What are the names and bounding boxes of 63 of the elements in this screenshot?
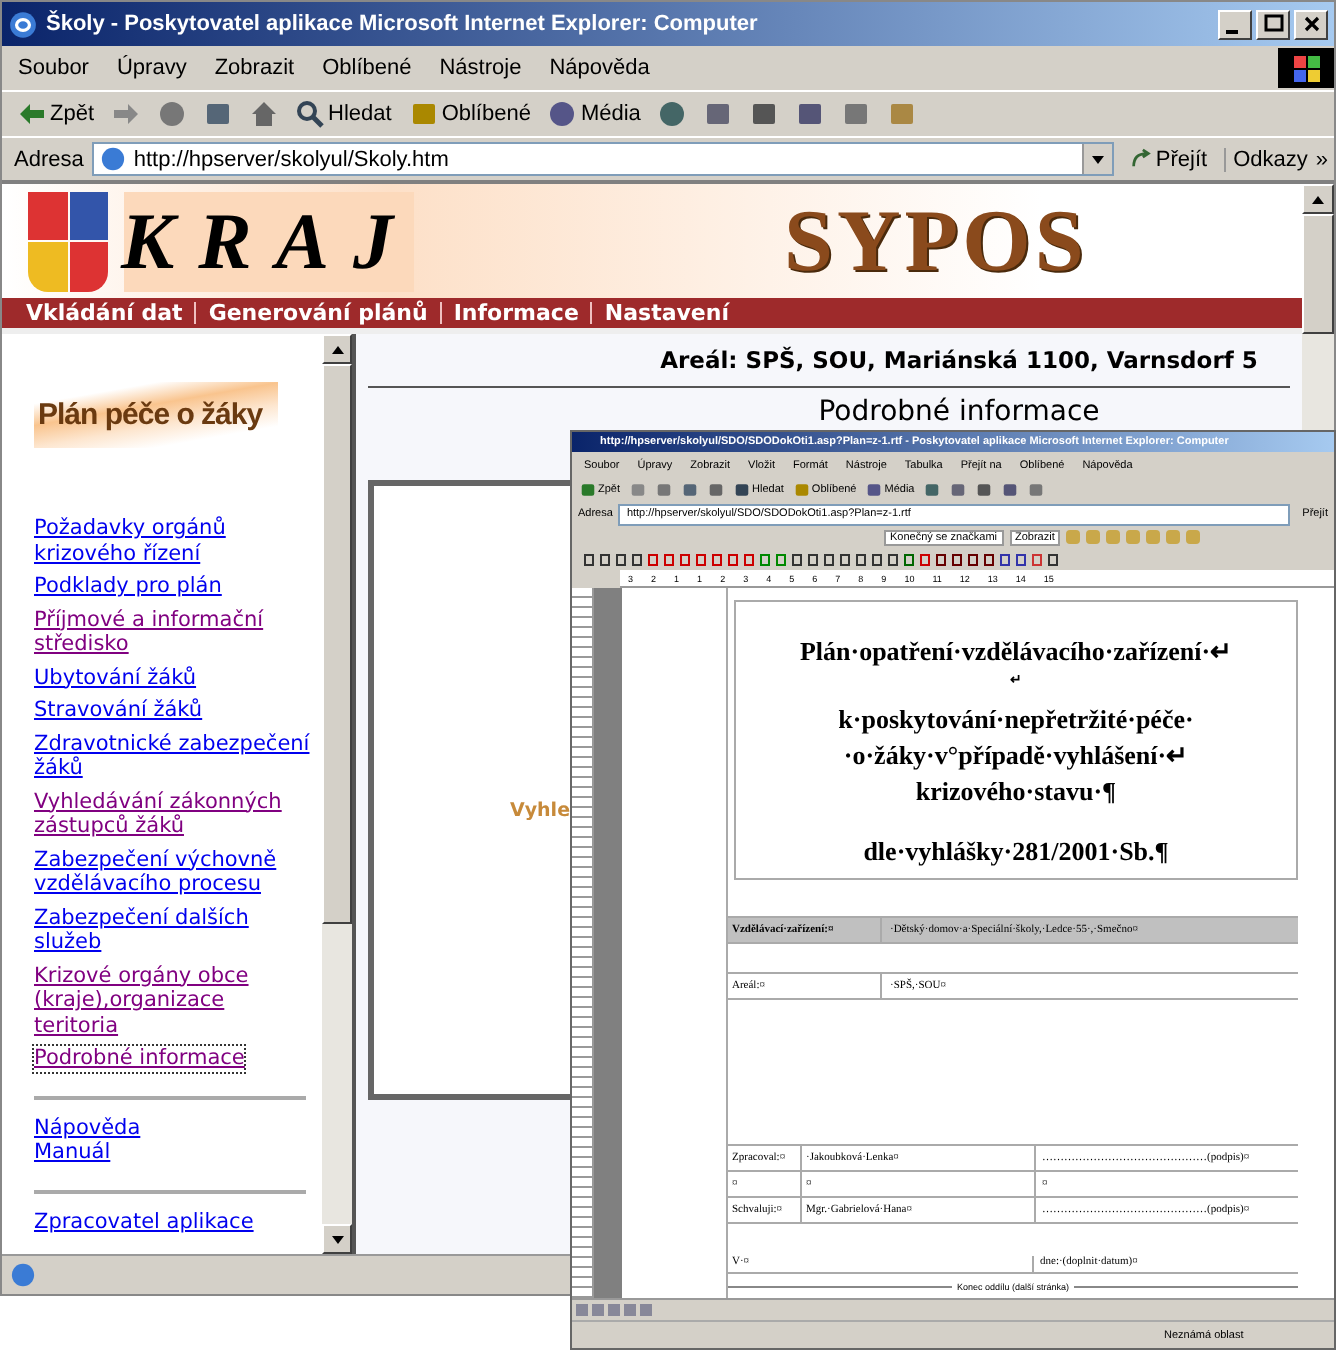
address-field[interactable]: http://hpserver/skolyul/Skoly.htm xyxy=(91,142,1114,176)
toolbar-button[interactable]: Oblíbené xyxy=(405,98,535,130)
partial-text: Vyhle xyxy=(510,799,571,821)
menu-item[interactable]: Nástroje xyxy=(439,56,522,80)
area-heading: Areál: SPŠ, SOU, Mariánská 1100, Varnsdorf 5 xyxy=(658,346,1260,374)
brand-logo: SYPOS xyxy=(784,190,1088,292)
sidebar-link[interactable]: Požadavky orgánů krizového řízení xyxy=(34,516,314,566)
nav-link[interactable]: Nastavení xyxy=(604,300,729,326)
browser-logo-icon xyxy=(8,9,38,39)
section-banner: Plán péče o žáky xyxy=(34,382,278,448)
windows-logo-icon xyxy=(1278,48,1334,88)
toolbar-button[interactable]: Média xyxy=(544,98,645,130)
sidebar-link[interactable]: Zabezpečení dalších služeb xyxy=(34,905,314,955)
page-icon xyxy=(10,1262,36,1288)
sidebar-link[interactable]: Manuál xyxy=(34,1140,111,1165)
sidebar-link[interactable]: Zdravotnické zabezpečení žáků xyxy=(34,731,314,781)
coat-of-arms-drawing xyxy=(28,191,108,291)
document-title-line: k·poskytování·nepřetržité·péče· xyxy=(838,702,1194,738)
nav-link[interactable]: Informace xyxy=(453,300,579,326)
nav-link[interactable]: Vkládání dat xyxy=(26,300,183,326)
go-button[interactable]: Přejít xyxy=(1121,147,1216,171)
menu-item[interactable]: Soubor xyxy=(18,56,89,80)
minimize-icon xyxy=(1226,29,1238,33)
sidebar-link[interactable]: Zpracovatel aplikace xyxy=(34,1209,254,1234)
menu-item[interactable]: Zobrazit xyxy=(214,56,295,80)
nav-link[interactable]: Generování plánů xyxy=(208,300,428,326)
minimize-button[interactable] xyxy=(1218,9,1252,39)
menu-item[interactable]: Nápověda xyxy=(549,56,650,80)
document-title-line: krizového·stavu·¶ xyxy=(915,774,1117,810)
page-icon xyxy=(99,146,126,172)
maximize-button[interactable] xyxy=(1256,9,1290,39)
menu-item[interactable]: Úpravy xyxy=(116,56,187,80)
maximize-icon xyxy=(1263,14,1283,34)
site-logo: KRAJ xyxy=(124,191,414,291)
document-title-line: Plán·opatření·vzdělávacího·zařízení·↵ xyxy=(799,634,1233,670)
close-icon xyxy=(1301,14,1321,34)
address-label: Adresa xyxy=(14,147,84,171)
scroll-thumb[interactable] xyxy=(1302,214,1334,334)
sidebar-link[interactable]: Podrobné informace xyxy=(34,1046,245,1071)
scroll-up-icon[interactable] xyxy=(329,341,345,357)
sidebar-link[interactable]: Krizové orgány obce (kraje),organizace teritoria xyxy=(34,963,314,1038)
menu-item[interactable]: Oblíbené xyxy=(322,56,412,80)
page-heading: Podrobné informace xyxy=(816,396,1102,428)
sidebar-link[interactable]: Zabezpečení výchovně vzdělávacího procesu xyxy=(34,847,314,897)
scroll-thumb[interactable] xyxy=(322,364,352,924)
sidebar-link[interactable]: Ubytování žáků xyxy=(34,665,197,690)
scrollbar[interactable] xyxy=(322,334,352,1254)
scroll-down-icon[interactable] xyxy=(329,1231,345,1247)
toolbar-button[interactable]: Zpět xyxy=(14,98,99,130)
links-label[interactable]: Odkazy xyxy=(1223,147,1308,171)
sidebar-link[interactable]: Nápověda xyxy=(34,1115,141,1140)
document-title-line: ·o·žáky·v°případě·vyhlášení·↵ xyxy=(843,738,1189,774)
sidebar-link[interactable]: Příjmové a informační středisko xyxy=(34,607,314,657)
sidebar-link[interactable]: Podklady pro plán xyxy=(34,574,222,599)
scroll-up-icon[interactable] xyxy=(1310,191,1326,207)
window-title: Školy - Poskytovatel aplikace Microsoft Internet Explorer: Computer xyxy=(46,12,760,36)
close-button[interactable] xyxy=(1294,9,1328,39)
sidebar-link[interactable]: Vyhledávání zákonných zástupců žáků xyxy=(34,789,314,839)
more-chevron[interactable]: » xyxy=(1315,147,1334,171)
go-arrow-icon xyxy=(1129,148,1152,171)
toolbar-button[interactable]: Hledat xyxy=(292,98,396,130)
sidebar-link[interactable]: Stravování žáků xyxy=(34,698,203,723)
document-title-line: dle·vyhlášky·281/2001·Sb.¶ xyxy=(863,834,1169,870)
